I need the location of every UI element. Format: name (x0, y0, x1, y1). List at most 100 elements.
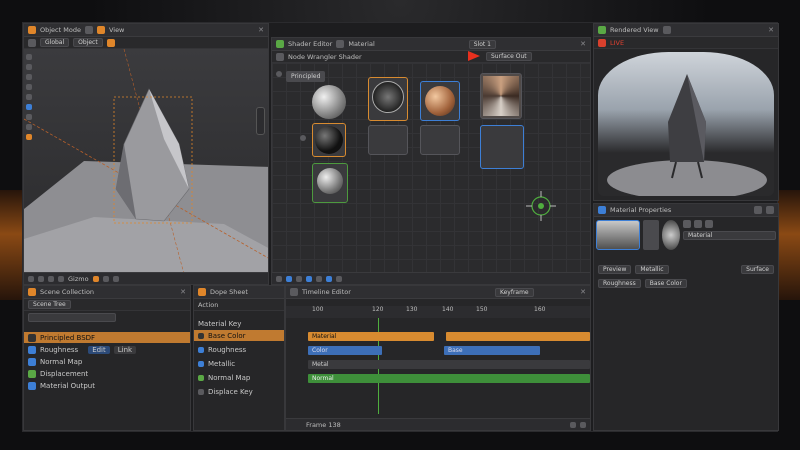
channel-row[interactable]: Displace Key (194, 386, 284, 397)
texture-node[interactable] (368, 77, 408, 121)
cursor-tool-icon[interactable] (25, 64, 32, 70)
pan-icon[interactable] (336, 275, 342, 282)
view-icon[interactable] (84, 26, 93, 34)
grid-icon[interactable] (28, 275, 34, 282)
dark-sphere-node[interactable] (312, 123, 346, 157)
transform-tool-icon[interactable] (25, 104, 32, 110)
node-canvas[interactable]: Principled Surface Out (272, 51, 590, 272)
value-node[interactable] (368, 125, 408, 155)
preview-label[interactable]: Preview (598, 265, 632, 274)
select-tool-icon[interactable] (25, 54, 32, 60)
channel-row[interactable]: Material Key (194, 318, 284, 329)
snap-icon[interactable] (106, 38, 115, 47)
shading-icon[interactable] (92, 275, 99, 282)
filter-icon[interactable] (580, 421, 586, 428)
keyframe-label[interactable]: Keyframe (494, 287, 534, 297)
material-slot-3[interactable] (662, 220, 680, 250)
mix-node[interactable] (420, 125, 460, 155)
material-slot-preview[interactable] (596, 220, 640, 250)
frame-ruler[interactable]: 100 120 130 140 150 160 (286, 306, 590, 318)
sphere-preview-node[interactable] (312, 85, 346, 119)
sphere-icon[interactable] (306, 275, 312, 282)
properties-panel[interactable]: Material Properties Material Preview Met… (593, 203, 779, 431)
annotate-tool-icon[interactable] (25, 114, 32, 120)
object-select[interactable]: Object (73, 38, 103, 47)
remove-slot-icon[interactable] (694, 220, 702, 228)
lasso-icon[interactable] (296, 275, 302, 282)
properties-icon[interactable] (598, 206, 606, 214)
copy-slot-icon[interactable] (705, 220, 713, 228)
outliner-row[interactable]: Displacement (24, 368, 190, 379)
world-icon[interactable] (58, 275, 64, 282)
light-icon[interactable] (48, 275, 54, 282)
track-bar[interactable]: Base (444, 346, 540, 355)
material-label[interactable]: Material (683, 231, 776, 240)
box-select-icon[interactable] (286, 275, 292, 282)
wireframe-icon[interactable] (102, 275, 109, 282)
pin-icon[interactable] (754, 206, 762, 214)
normal-sphere-node[interactable] (312, 163, 348, 203)
camera-icon[interactable] (662, 26, 671, 34)
close-icon[interactable]: ✕ (180, 288, 186, 296)
viewport-mode[interactable]: Object Mode (40, 26, 81, 34)
rotate-tool-icon[interactable] (25, 84, 32, 90)
slot-select[interactable]: Slot 1 (468, 39, 496, 49)
close-icon[interactable]: ✕ (768, 26, 774, 34)
channel-row[interactable]: Base Color (194, 330, 284, 341)
link-chip[interactable]: Link (113, 345, 137, 354)
record-icon[interactable] (598, 38, 606, 47)
scene-tree-label[interactable]: Scene Tree (28, 300, 71, 309)
sphere-icon[interactable] (766, 206, 774, 214)
move-tool-icon[interactable] (25, 74, 32, 80)
zoom-icon[interactable] (326, 275, 332, 282)
node-tree-icon[interactable] (276, 52, 284, 61)
timeline-icon[interactable] (290, 288, 298, 296)
track-bar[interactable]: Normal (308, 374, 590, 383)
outliner-icon[interactable] (28, 288, 36, 296)
sidebar-tab[interactable] (256, 107, 265, 135)
copper-material-node[interactable] (420, 81, 460, 121)
timeline-panel[interactable]: Timeline Editor Keyframe ✕ 100 120 130 1… (285, 285, 591, 431)
camera-icon[interactable] (38, 275, 44, 282)
frame-label[interactable]: Principled (286, 71, 326, 82)
node-editor-panel[interactable]: Shader Editor Material Slot 1 ✕ Node Wra… (271, 37, 591, 285)
orientation-select[interactable]: Global (40, 38, 70, 47)
scale-tool-icon[interactable] (25, 94, 32, 100)
editor-type-label[interactable]: Shader Editor (288, 40, 332, 48)
dope-sheet-icon[interactable] (198, 288, 206, 296)
view-icon[interactable] (316, 275, 322, 282)
surface-out-label[interactable]: Surface Out (486, 52, 532, 61)
track-bar[interactable]: Color (308, 346, 382, 355)
add-cube-icon[interactable] (25, 134, 32, 140)
shader-editor-icon[interactable] (276, 40, 284, 48)
viewport-canvas[interactable] (24, 49, 268, 274)
measure-tool-icon[interactable] (25, 124, 32, 130)
render-preview-panel[interactable]: Rendered View ✕ LIVE (593, 23, 779, 201)
outliner-panel[interactable]: Scene Collection ✕ Scene Tree Principled… (23, 285, 191, 431)
add-slot-icon[interactable] (683, 220, 691, 228)
track-bar[interactable]: Metal (308, 360, 590, 369)
base-color-label[interactable]: Base Color (644, 279, 687, 288)
outliner-search[interactable] (28, 313, 116, 322)
output-node[interactable] (480, 73, 522, 119)
viewport-view-menu[interactable]: View (109, 26, 124, 34)
outliner-row[interactable]: Normal Map (24, 356, 190, 367)
zoom-icon[interactable] (570, 421, 576, 428)
outliner-row[interactable]: Principled BSDF (24, 332, 190, 343)
solid-icon[interactable] (112, 275, 119, 282)
outliner-row[interactable]: Material Output (24, 380, 190, 391)
overlay-icon[interactable] (96, 26, 105, 34)
editor-type-icon[interactable] (28, 26, 36, 34)
track-bar[interactable] (446, 332, 590, 341)
channel-row[interactable]: Metallic (194, 358, 284, 369)
viewport-panel[interactable]: Object Mode View ✕ Global Object Gizmo (23, 23, 269, 285)
gizmo-label[interactable]: Gizmo (68, 275, 89, 283)
transform-icon[interactable] (28, 38, 36, 47)
metallic-label[interactable]: Metallic (635, 265, 669, 274)
material-icon[interactable] (336, 40, 345, 48)
outliner-row[interactable]: Roughness Edit Link (24, 344, 190, 355)
track-bar[interactable]: Material (308, 332, 434, 341)
close-icon[interactable]: ✕ (580, 40, 586, 48)
material-menu[interactable]: Material (348, 40, 374, 48)
close-icon[interactable]: ✕ (580, 288, 586, 296)
